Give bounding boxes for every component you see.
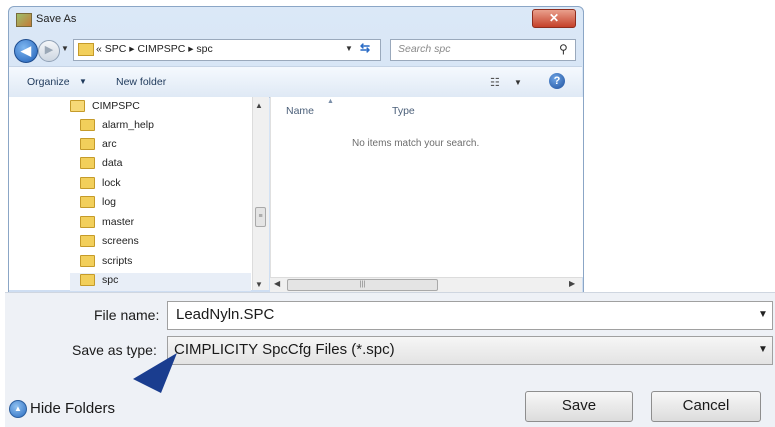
tree-item-label: CIMPSPC (92, 100, 140, 112)
tree-item-label: master (102, 216, 135, 228)
callout-pointer-icon (133, 353, 177, 393)
tree-item[interactable]: log (80, 196, 116, 214)
scroll-right-icon[interactable]: ▶ (569, 279, 575, 288)
recent-locations-dropdown-icon[interactable]: ▼ (61, 44, 69, 53)
forward-arrow-icon[interactable]: ▶ (38, 40, 60, 62)
save-as-type-value[interactable]: CIMPLICITY SpcCfg Files (*.spc) (174, 341, 395, 358)
folder-icon (80, 119, 95, 132)
folder-icon (80, 255, 95, 268)
file-list[interactable] (270, 97, 583, 277)
scroll-down-icon[interactable]: ▼ (255, 280, 263, 289)
tree-item[interactable]: data (80, 157, 122, 175)
scroll-thumb[interactable]: ≡ (255, 207, 266, 227)
tree-item[interactable]: lock (80, 177, 121, 195)
tree-item-label: log (102, 196, 117, 208)
views-icon[interactable]: ☷ (490, 76, 500, 89)
sort-ascending-icon: ▲ (327, 98, 334, 105)
column-header-type[interactable]: Type (392, 105, 415, 117)
new-folder-button[interactable]: New folder (116, 76, 166, 88)
scroll-up-icon[interactable]: ▲ (255, 101, 263, 110)
refresh-icon[interactable]: ⇆ (360, 41, 370, 55)
close-button[interactable]: ✕ (532, 9, 576, 28)
save-button[interactable]: Save (525, 391, 633, 422)
file-name-dropdown-icon[interactable]: ▼ (758, 309, 768, 320)
collapse-arrow-icon[interactable]: ▲ (9, 400, 27, 418)
file-name-label: File name: (94, 307, 160, 323)
folder-icon (80, 157, 95, 170)
pointer-arrow-icon (133, 353, 177, 393)
tree-item-label: alarm_help (102, 119, 154, 131)
column-header-name[interactable]: Name (286, 105, 314, 117)
tree-vertical-scrollbar[interactable] (252, 97, 269, 290)
tree-item-label: spc (102, 274, 119, 286)
scroll-thumb[interactable]: ||| (287, 279, 438, 291)
hide-folders-button[interactable]: Hide Folders (30, 400, 115, 417)
help-icon[interactable]: ? (549, 73, 565, 89)
save-as-icon (16, 13, 32, 27)
tree-item[interactable]: screens (80, 235, 139, 253)
tree-item-selected[interactable]: spc (80, 274, 118, 292)
open-folder-icon (70, 100, 85, 113)
tree-item[interactable]: arc (80, 138, 117, 156)
tree-item-label: scripts (102, 255, 133, 267)
folder-icon (80, 235, 95, 248)
scroll-left-icon[interactable]: ◀ (274, 279, 280, 288)
search-placeholder: Search spc (398, 43, 451, 55)
tree-item[interactable]: master (80, 216, 134, 234)
folder-icon (80, 177, 95, 190)
tree-item[interactable]: scripts (80, 255, 132, 273)
organize-button[interactable]: Organize (27, 76, 70, 88)
views-dropdown-icon[interactable]: ▼ (514, 78, 522, 87)
back-arrow-icon[interactable]: ◀ (14, 39, 38, 63)
save-as-type-dropdown-icon[interactable]: ▼ (758, 344, 768, 355)
tree-item-label: lock (102, 177, 121, 189)
search-icon[interactable]: ⚲ (559, 42, 568, 56)
organize-dropdown-icon[interactable]: ▼ (79, 77, 87, 86)
address-dropdown-icon[interactable]: ▼ (345, 44, 353, 53)
tree-item-cimpspc[interactable]: CIMPSPC (70, 100, 140, 118)
folder-icon (80, 274, 95, 287)
folder-icon (78, 43, 94, 56)
tree-item-label: arc (102, 138, 117, 150)
file-name-value[interactable]: LeadNyln.SPC (176, 306, 274, 323)
folder-icon (80, 196, 95, 209)
tree-item-label: data (102, 157, 123, 169)
tree-item-label: screens (102, 235, 139, 247)
empty-results-message: No items match your search. (352, 138, 480, 149)
folder-icon (80, 138, 95, 151)
tree-item[interactable]: alarm_help (80, 119, 154, 137)
cancel-button[interactable]: Cancel (651, 391, 761, 422)
folder-icon (80, 216, 95, 229)
window-title: Save As (36, 13, 77, 25)
breadcrumb[interactable]: « SPC ▸ CIMPSPC ▸ spc (96, 43, 213, 55)
